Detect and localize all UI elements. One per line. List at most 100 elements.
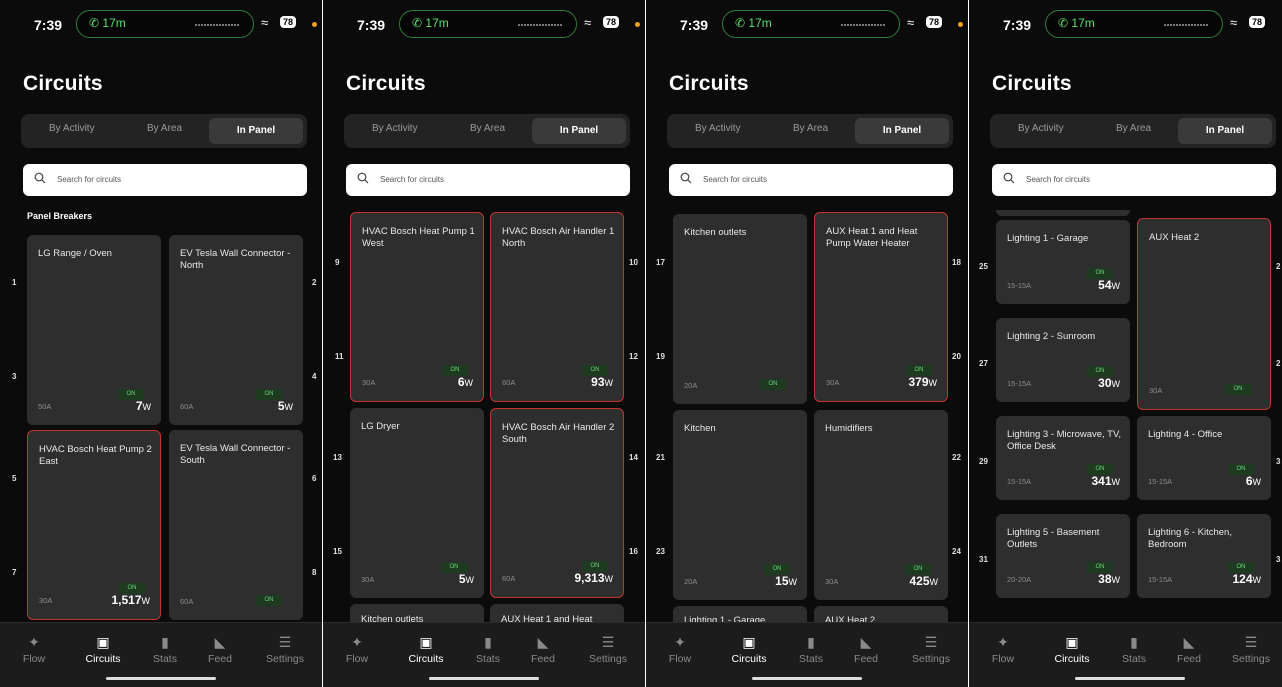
breaker-number: 1 [12,278,17,287]
search-input[interactable]: Search for circuits [346,164,630,196]
circuit-card[interactable]: Lighting 6 - Kitchen, Bedroom ON 15-15A … [1137,514,1271,598]
tab-circuits[interactable]: ▣ Circuits [398,633,454,665]
watts-unit: W [788,577,798,587]
circuit-card-highlighted[interactable]: AUX Heat 1 and Heat Pump Water Heater ON… [814,212,948,402]
page-title: Circuits [346,72,426,95]
circuit-card[interactable]: Kitchen ON 20A 15W [673,410,807,600]
segment-by-area[interactable]: By Area [793,123,828,134]
tab-circuits[interactable]: ▣ Circuits [1044,633,1100,665]
segment-in-panel[interactable]: In Panel [1178,118,1272,144]
tab-label: Stats [1122,653,1146,665]
tab-circuits[interactable]: ▣ Circuits [721,633,777,665]
tab-stats[interactable]: ▮ Stats [1106,633,1162,665]
tab-label: Circuits [731,653,767,665]
segment-by-area[interactable]: By Area [1116,123,1151,134]
call-pill[interactable]: ✆ 17m [1045,10,1223,38]
circuit-card[interactable]: Humidifiers ON 30A 425W [814,410,948,600]
circuits-icon: ▣ [419,634,433,650]
segment-in-panel[interactable]: In Panel [209,118,303,144]
tab-stats[interactable]: ▮ Stats [460,633,516,665]
watts-unit: W [464,378,474,388]
tab-stats[interactable]: ▮ Stats [783,633,839,665]
watts-value: 425 [909,574,930,588]
call-duration: 17m [425,16,449,30]
call-pill[interactable]: ✆ 17m [399,10,577,38]
circuit-card[interactable]: EV Tesla Wall Connector - North ON 60A 5… [169,235,303,425]
circuit-card-highlighted[interactable]: HVAC Bosch Heat Pump 1 West ON 30A 6W [350,212,484,402]
segment-by-activity[interactable]: By Activity [372,123,418,134]
circuit-card[interactable]: Kitchen outlets ON 20A [673,214,807,404]
breaker-number: 21 [656,453,665,462]
tab-settings[interactable]: ☰ Settings [580,633,636,665]
watts-value: 124 [1232,572,1253,586]
circuit-amperage: 20-20A [1007,575,1032,584]
watts-value: 5 [458,572,466,586]
waveform-icon [1164,24,1208,26]
circuit-card[interactable]: Lighting 2 - Sunroom ON 15-15A 30W [996,318,1130,402]
tab-flow[interactable]: ✦ Flow [652,633,708,665]
tab-flow[interactable]: ✦ Flow [975,633,1031,665]
watts-unit: W [1252,477,1262,487]
call-duration: 17m [102,16,126,30]
segment-in-panel[interactable]: In Panel [855,118,949,144]
breaker-number: 2 [312,278,317,287]
circuit-name: EV Tesla Wall Connector - North [180,248,291,271]
segment-in-panel[interactable]: In Panel [532,118,626,144]
tab-settings[interactable]: ☰ Settings [903,633,959,665]
tab-flow[interactable]: ✦ Flow [329,633,385,665]
segment-by-activity[interactable]: By Activity [49,123,95,134]
circuit-card[interactable]: Lighting 4 - Office ON 15-15A 6W [1137,416,1271,500]
circuit-amperage: 15-15A [1007,379,1032,388]
call-pill[interactable]: ✆ 17m [722,10,900,38]
breaker-number: 27 [979,359,988,368]
tab-circuits[interactable]: ▣ Circuits [75,633,131,665]
circuit-card-highlighted[interactable]: HVAC Bosch Heat Pump 2 East ON 30A 1,517… [27,430,161,620]
segment-by-activity[interactable]: By Activity [1018,123,1064,134]
tab-stats[interactable]: ▮ Stats [137,633,193,665]
circuit-name: Lighting 1 - Garage [1007,233,1089,244]
circuit-card-highlighted[interactable]: HVAC Bosch Air Handler 2 South ON 60A 9,… [490,408,624,598]
circuit-card[interactable]: Lighting 1 - Garage ON 15-15A 54W [996,220,1130,304]
home-indicator[interactable] [106,677,216,680]
tab-settings[interactable]: ☰ Settings [257,633,313,665]
search-input[interactable]: Search for circuits [992,164,1276,196]
watts-value: 5 [277,399,285,413]
circuits-icon: ▣ [96,634,110,650]
segment-by-area[interactable]: By Area [470,123,505,134]
segment-by-activity[interactable]: By Activity [695,123,741,134]
circuit-card[interactable]: LG Range / Oven ON 50A 7W [27,235,161,425]
tab-feed[interactable]: ◣ Feed [192,633,248,665]
search-input[interactable]: Search for circuits [669,164,953,196]
tab-flow[interactable]: ✦ Flow [6,633,62,665]
circuit-card-highlighted[interactable]: AUX Heat 2 ON 30A [1137,218,1271,410]
circuit-name: Lighting 5 - Basement Outlets [1007,527,1100,550]
phone-icon: ✆ 17m [735,16,772,30]
call-pill[interactable]: ✆ 17m [76,10,254,38]
tab-feed[interactable]: ◣ Feed [515,633,571,665]
status-bar: 7:39 ✆ 17m ≈ 78 [0,0,322,48]
tab-feed[interactable]: ◣ Feed [838,633,894,665]
home-indicator[interactable] [1075,677,1185,680]
circuit-card[interactable]: LG Dryer ON 30A 5W [350,408,484,598]
circuit-watts: 6W [1246,474,1261,488]
circuit-card[interactable]: Lighting 5 - Basement Outlets ON 20-20A … [996,514,1130,598]
breaker-number: 2 [1276,262,1281,271]
view-segmented-control: By Activity By Area In Panel [667,114,953,148]
home-indicator[interactable] [429,677,539,680]
circuit-watts: 425W [909,574,938,588]
segment-by-area[interactable]: By Area [147,123,182,134]
page-title: Circuits [669,72,749,95]
tab-settings[interactable]: ☰ Settings [1223,633,1279,665]
circuit-card-highlighted[interactable]: HVAC Bosch Air Handler 1 North ON 60A 93… [490,212,624,402]
circuit-watts: 93W [591,375,613,389]
battery-level: 78 [1249,16,1266,28]
privacy-dot [958,22,963,27]
circuit-card[interactable]: Lighting 3 - Microwave, TV, Office Desk … [996,416,1130,500]
tab-label: Flow [668,653,692,665]
watts-value: 38 [1098,572,1112,586]
circuit-card[interactable]: EV Tesla Wall Connector - South ON 60A [169,430,303,620]
status-time: 7:39 [1003,17,1032,33]
home-indicator[interactable] [752,677,862,680]
search-input[interactable]: Search for circuits [23,164,307,196]
tab-feed[interactable]: ◣ Feed [1161,633,1217,665]
